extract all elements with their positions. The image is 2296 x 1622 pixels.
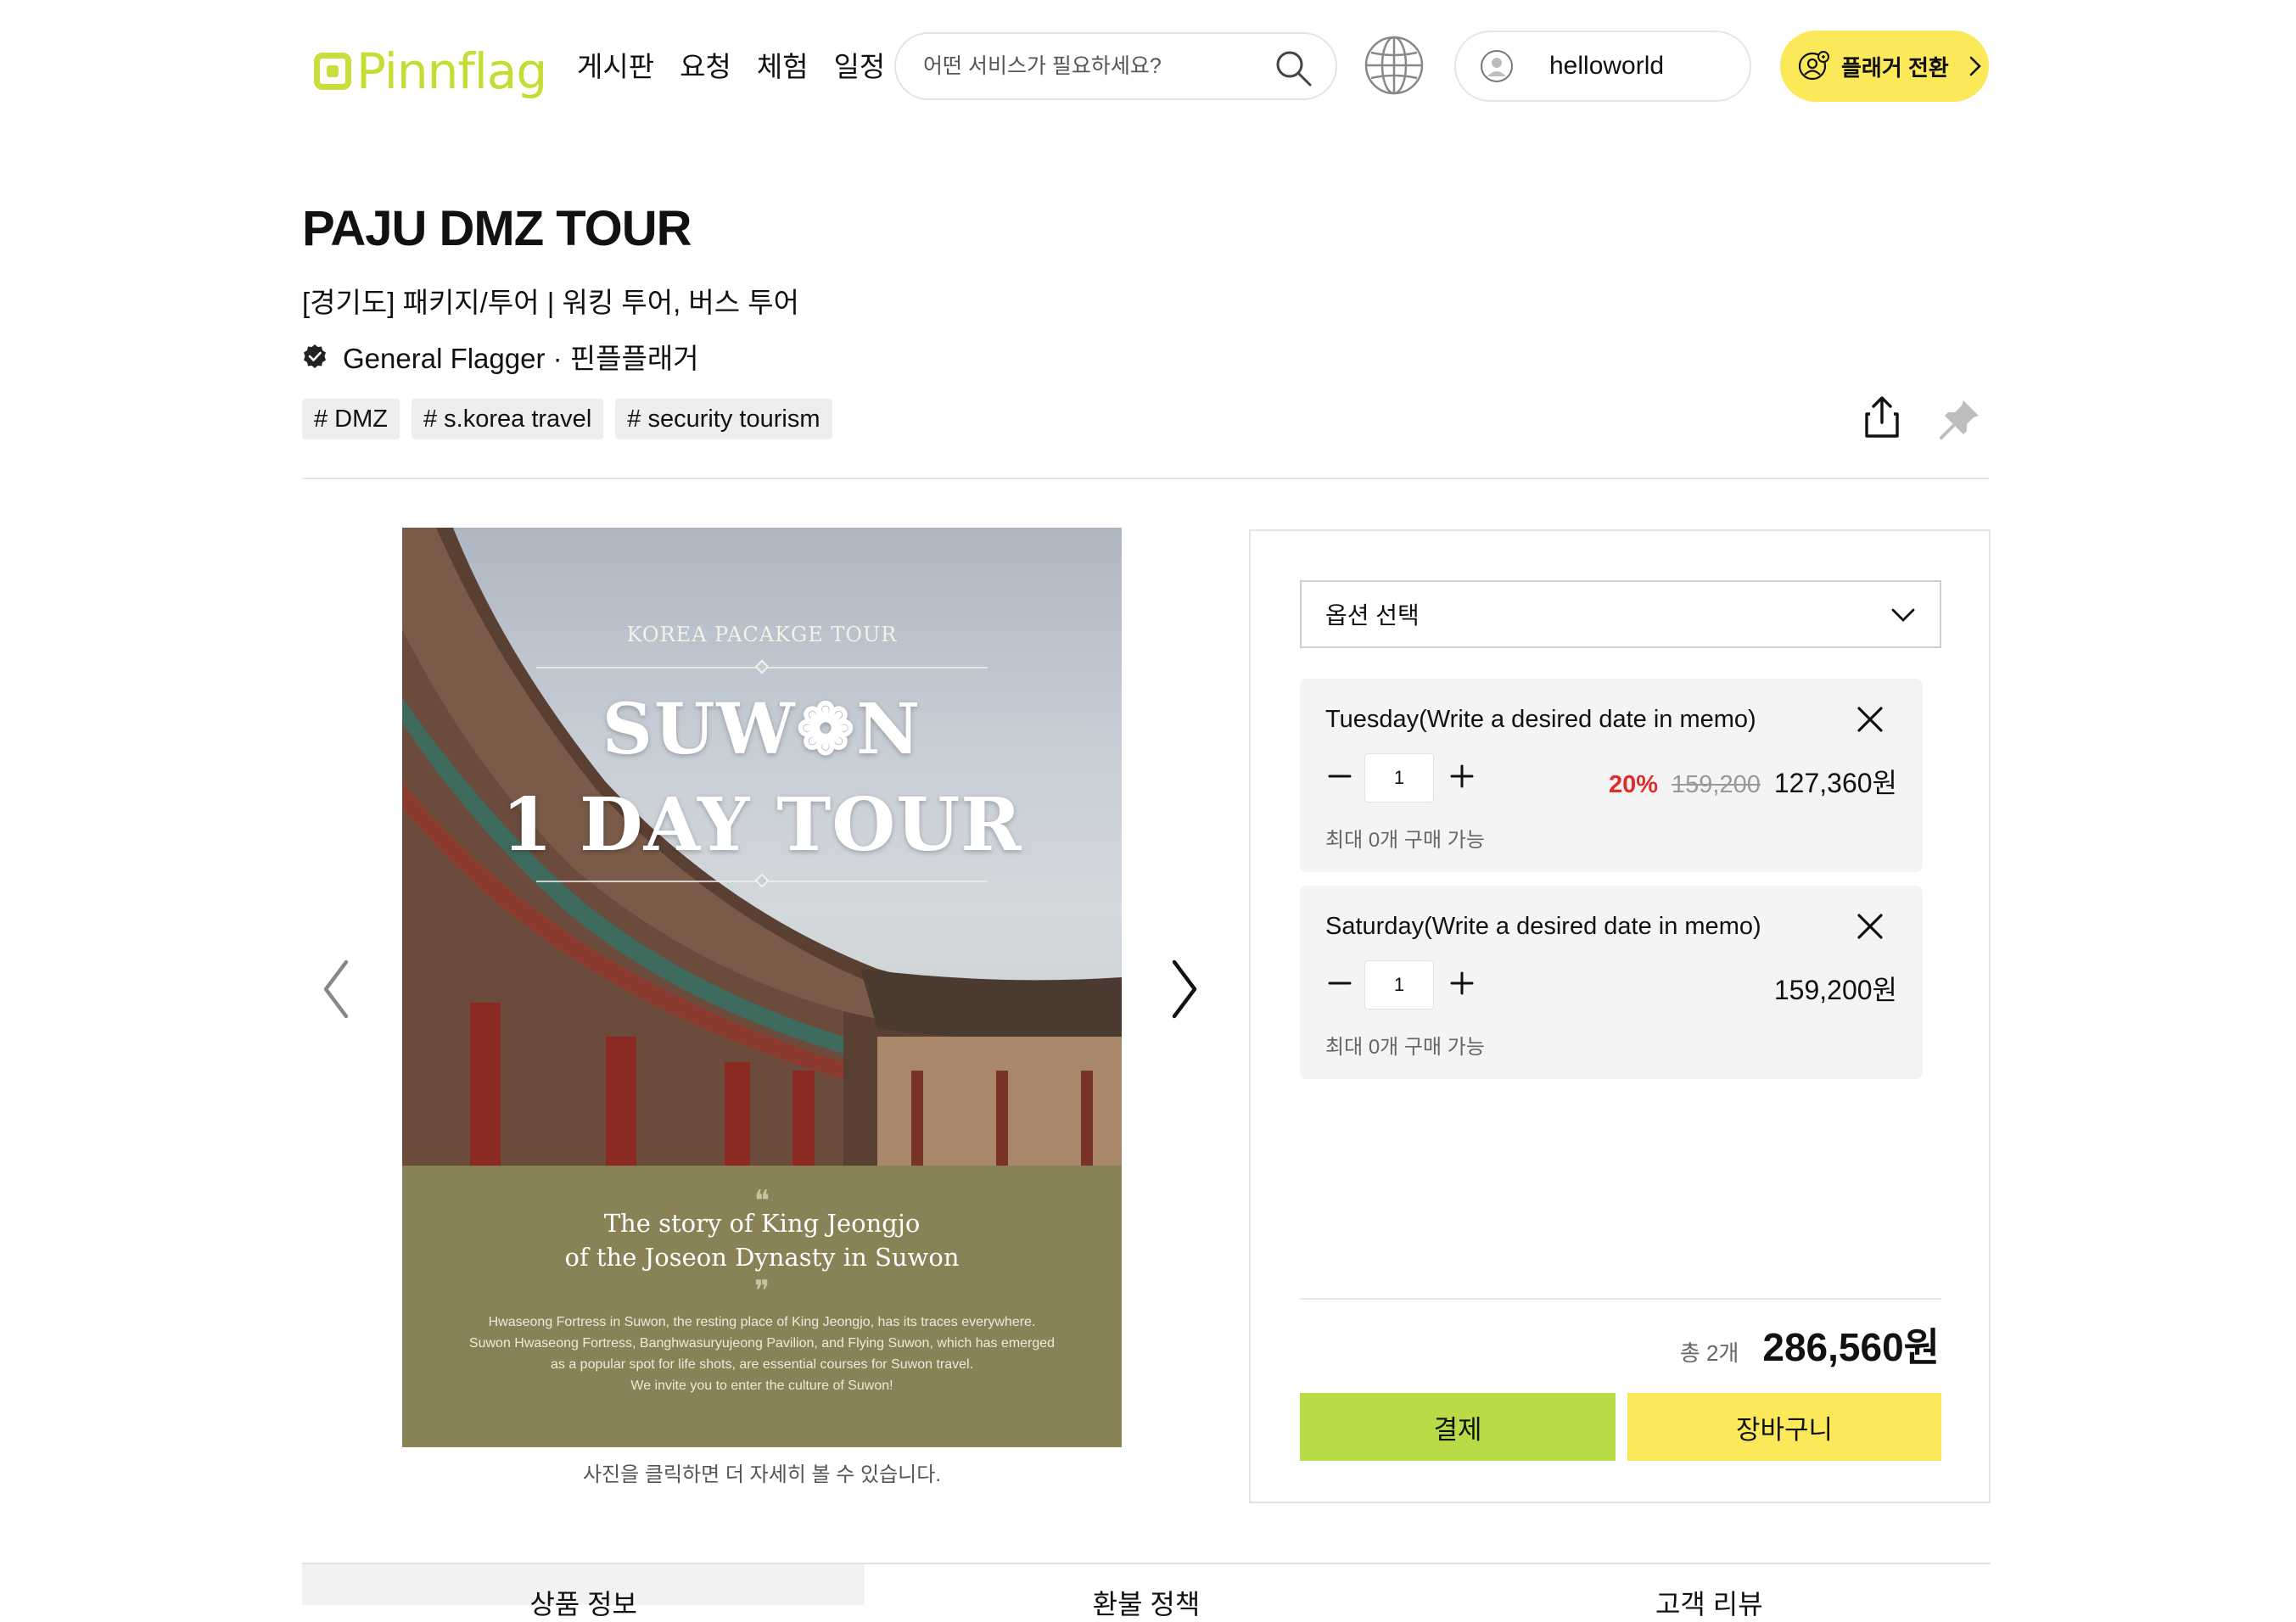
quantity-input[interactable] [1364,960,1434,1010]
pin-icon[interactable] [1938,397,1982,441]
photo-hint: 사진을 클릭하면 더 자세히 볼 수 있습니다. [582,1463,942,1486]
total-price: 286,560원 [1762,1325,1940,1369]
main-nav: 게시판 요청 체험 일정 [577,44,885,85]
total-count: 총 2개 [1679,1340,1739,1366]
section-divider [302,478,1989,479]
logo-mark-icon [314,53,351,90]
option-name: Saturday(Write a desired date in memo) [1325,913,1761,940]
increase-qty-plus-icon[interactable] [1449,970,1475,996]
description-line: We invite you to enter the culture of Su… [630,1379,893,1393]
photo-description: Hwaseong Fortress in Suwon, the resting … [436,1312,1088,1396]
photo-headline-city: SUW❁N [602,689,922,770]
tab-product-info[interactable]: 상품 정보 [302,1564,865,1619]
total-divider [1300,1298,1941,1300]
prev-image-arrow-icon[interactable] [316,955,356,1023]
next-image-arrow-icon[interactable] [1164,955,1205,1023]
user-switch-icon [1798,51,1829,81]
tag-dmz[interactable]: # DMZ [302,399,400,439]
verified-badge-icon [304,344,326,368]
selected-option-card: Saturday(Write a desired date in memo) 1… [1300,886,1923,1079]
final-price: 127,360원 [1773,768,1897,798]
photo-sky: KOREA PACAKGE TOUR SUW❁N 1 DAY TOUR [402,528,1122,1166]
max-purchase-note: 최대 0개 구매 가능 [1325,829,1485,852]
tab-refund-policy[interactable]: 환불 정책 [865,1564,1427,1619]
description-line: Suwon Hwaseong Fortress, Banghwasuryujeo… [468,1336,1056,1351]
logo-text: Pinnflag [356,42,547,100]
nav-board[interactable]: 게시판 [577,44,654,85]
option-name: Tuesday(Write a desired date in memo) [1325,706,1756,733]
detail-tabs: 상품 정보 환불 정책 고객 리뷰 [302,1563,1991,1619]
description-line: Hwaseong Fortress in Suwon, the resting … [488,1315,1036,1329]
story-line-2: of the Joseon Dynasty in Suwon [564,1243,960,1272]
add-to-cart-button[interactable]: 장바구니 [1627,1393,1941,1461]
photo-story: The story of King Jeongjo of the Joseon … [402,1206,1122,1274]
decrease-qty-minus-icon[interactable] [1327,763,1352,789]
avatar-icon [1481,50,1513,82]
purchase-panel: 옵션 선택 Tuesday(Write a desired date in me… [1249,529,1991,1503]
switch-label: 플래거 전환 [1841,54,1949,81]
tour-photo[interactable]: KOREA PACAKGE TOUR SUW❁N 1 DAY TOUR ❝ Th… [402,528,1122,1447]
description-line: as a popular spot for life shots, are es… [550,1357,974,1372]
share-icon[interactable] [1863,395,1901,439]
tag-list: # DMZ # s.korea travel # security touris… [302,399,832,439]
quantity-input[interactable] [1364,753,1434,803]
option-select[interactable]: 옵션 선택 [1300,580,1941,648]
final-price: 159,200원 [1773,975,1897,1005]
photo-headline-tour: 1 DAY TOUR [501,782,1022,868]
option-price: 20% 159,200 127,360원 [1609,762,1897,801]
remove-option-close-icon[interactable] [1855,911,1885,942]
tag-security-tourism[interactable]: # security tourism [615,399,832,439]
selected-option-card: Tuesday(Write a desired date in memo) 20… [1300,679,1923,872]
decrease-qty-minus-icon[interactable] [1327,970,1352,996]
search-input[interactable] [921,49,1261,83]
product-category: [경기도] 패키지/투어 | 워킹 투어, 버스 투어 [302,287,800,318]
option-price: 159,200원 [1774,969,1897,1008]
tag-skorea-travel[interactable]: # s.korea travel [412,399,604,439]
globe-icon[interactable] [1363,34,1425,97]
max-purchase-note: 최대 0개 구매 가능 [1325,1036,1485,1059]
flagger-info[interactable]: General Flagger · 핀플플래거 [302,336,699,377]
chevron-right-icon [1969,56,1981,76]
chevron-down-icon [1891,608,1915,622]
original-price: 159,200 [1672,771,1761,798]
order-total: 총 2개 286,560원 [1680,1317,1940,1373]
switch-to-flagger-button[interactable]: 플래거 전환 [1780,31,1989,102]
nav-experience[interactable]: 체험 [757,44,809,85]
nav-schedule[interactable]: 일정 [834,44,886,85]
option-select-label: 옵션 선택 [1325,602,1420,629]
username: helloworld [1549,52,1665,80]
photo-eyebrow: KOREA PACAKGE TOUR [626,623,898,646]
tab-customer-reviews[interactable]: 고객 리뷰 [1428,1564,1991,1619]
increase-qty-plus-icon[interactable] [1449,763,1475,789]
remove-option-close-icon[interactable] [1855,704,1885,735]
nav-request[interactable]: 요청 [680,44,731,85]
close-quote-icon: ❞ [753,1274,770,1308]
search-box [894,32,1337,100]
pinnflag-logo[interactable]: Pinnflag [314,32,547,110]
user-menu[interactable]: helloworld [1454,31,1751,102]
page-title: PAJU DMZ TOUR [302,201,692,256]
pay-button[interactable]: 결제 [1300,1393,1616,1461]
flagger-name: General Flagger · 핀플플래거 [343,343,699,374]
top-header: Pinnflag 게시판 요청 체험 일정 helloworld [0,0,2296,136]
discount-rate: 20% [1609,771,1659,798]
story-line-1: The story of King Jeongjo [603,1209,921,1238]
search-icon[interactable] [1273,48,1313,88]
